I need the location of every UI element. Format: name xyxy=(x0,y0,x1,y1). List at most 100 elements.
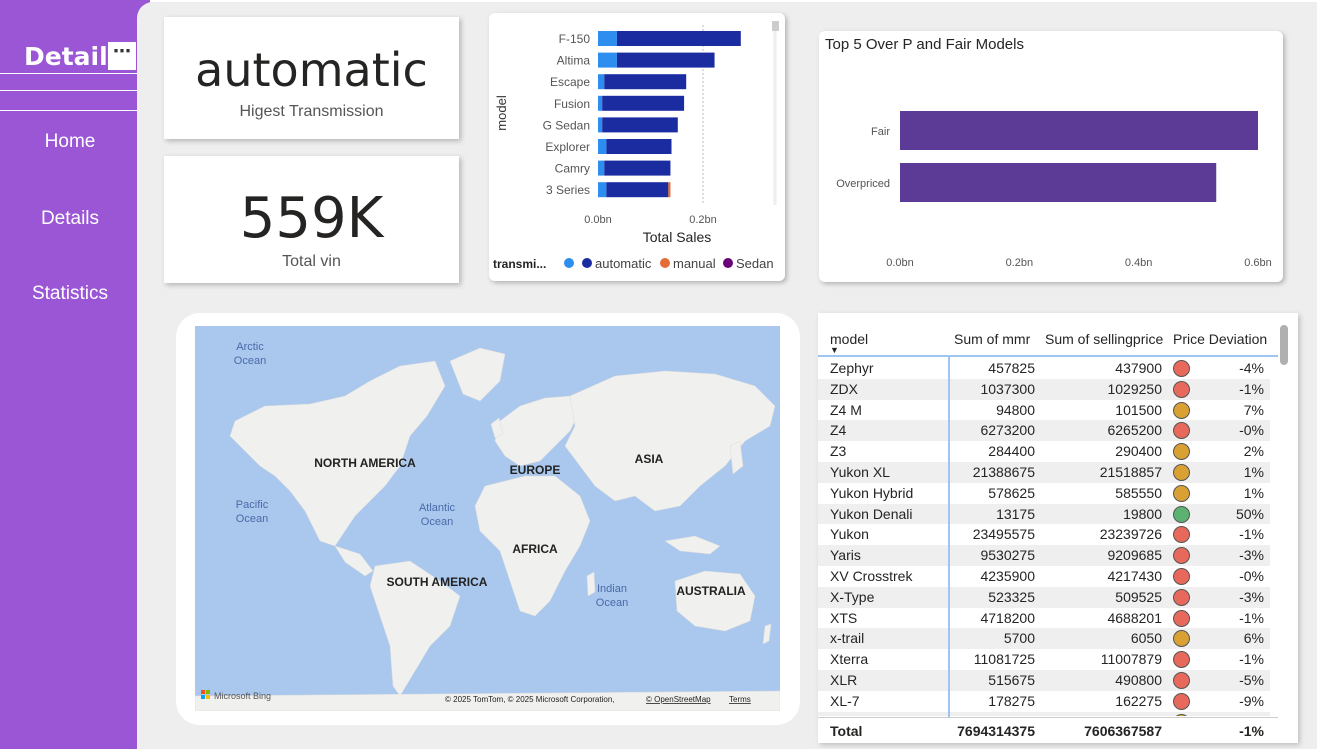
table-row[interactable]: Yukon XL 21388675 21518857 1% xyxy=(818,462,1270,483)
table-row[interactable]: XL-7 178275 162275 -9% xyxy=(818,691,1270,712)
table-row[interactable]: x-trail 5700 6050 6% xyxy=(818,628,1270,650)
kpi-value: 559K xyxy=(239,186,384,251)
x-axis-label: Total Sales xyxy=(643,229,711,245)
cell-model: Yukon xyxy=(830,526,869,543)
sales-by-model-svg: F-150 Altima Escape Fusion G Sedan Explorer Ca… xyxy=(493,21,779,271)
map-label-atlantic: Ocean xyxy=(421,516,453,528)
central-america-land xyxy=(334,545,374,577)
sidebar-item-details[interactable]: Details xyxy=(0,208,140,230)
bar-segment xyxy=(598,117,603,133)
sidebar-item-statistics[interactable]: Statistics xyxy=(0,283,140,305)
table-total-row: Total 7694314375 7606367587 -1% xyxy=(818,717,1278,743)
cell-sellingprice: 162275 xyxy=(1115,692,1162,709)
table-row[interactable]: Yukon Denali 13175 19800 50% xyxy=(818,503,1270,525)
table-row[interactable]: Z4 M 94800 101500 7% xyxy=(818,400,1270,421)
cell-sellingprice: 4217430 xyxy=(1107,568,1162,584)
header-sum-mmr[interactable]: Sum of mmr xyxy=(954,331,1030,347)
osm-link[interactable]: © OpenStreetMap xyxy=(646,695,711,704)
table-row[interactable]: XTS 4718200 4688201 -1% xyxy=(818,608,1270,629)
table-body: Zephyr 457825 437900 -4% ZDX 1037300 1029250 -1… xyxy=(818,358,1278,716)
sales-by-model-chart[interactable]: F-150 Altima Escape Fusion G Sedan Explorer Ca… xyxy=(489,13,785,281)
status-indicator-icon xyxy=(1173,651,1190,669)
status-indicator-icon xyxy=(1173,505,1190,523)
bar-segment xyxy=(598,52,617,68)
cell-model: Z4 xyxy=(830,422,847,439)
kpi-card-transmission[interactable]: automatic Higest Transmission xyxy=(164,17,459,139)
world-map[interactable]: Arctic Ocean Pacific Ocean Atlantic Ocea… xyxy=(195,326,780,711)
category-label: Escape xyxy=(550,75,590,89)
bar-segment xyxy=(598,139,607,154)
cell-sellingprice: 6265200 xyxy=(1107,422,1162,439)
sidebar-item-home[interactable]: Home xyxy=(0,131,140,153)
bing-logo-text: Microsoft Bing xyxy=(214,691,271,701)
price-deviation-table[interactable]: model Sum of mmr Sum of sellingprice Pri… xyxy=(818,313,1298,743)
status-indicator-icon xyxy=(1173,464,1190,481)
header-sum-sellingprice[interactable]: Sum of sellingprice xyxy=(1045,331,1163,347)
table-row[interactable]: Z3 284400 290400 2% xyxy=(818,441,1270,462)
kpi-label: Higest Transmission xyxy=(239,103,384,120)
cell-deviation: 7% xyxy=(1243,401,1264,418)
category-label: Fair xyxy=(871,126,890,138)
indonesia-land xyxy=(664,535,721,555)
table-row[interactable]: Yukon 23495575 23239726 -1% xyxy=(818,524,1270,545)
category-label: 3 Series xyxy=(546,183,590,197)
map-copyright: © 2025 TomTom, © 2025 Microsoft Corporat… xyxy=(445,695,615,704)
status-indicator-icon xyxy=(1173,484,1190,502)
x-tick-label: 0.0bn xyxy=(886,257,914,269)
table-row[interactable]: Yukon Hybrid 578625 585550 1% xyxy=(818,483,1270,504)
legend-marker xyxy=(660,258,670,268)
sidebar-divider xyxy=(0,73,137,74)
top5-chart[interactable]: Top 5 Over P and Fair Models Fair Overpric… xyxy=(819,31,1283,282)
cell-mmr: 1037300 xyxy=(980,380,1035,397)
table-row[interactable]: X-Type 523325 509525 -3% xyxy=(818,586,1270,608)
bar-segment xyxy=(604,160,671,176)
terms-link[interactable]: Terms xyxy=(729,695,751,704)
bar-segment xyxy=(606,182,669,198)
cell-deviation: -4% xyxy=(1239,360,1264,376)
map-label-south-america: SOUTH AMERICA xyxy=(387,575,488,589)
cell-model: Zephyr xyxy=(830,360,874,376)
table-row[interactable]: ZDX 1037300 1029250 -1% xyxy=(818,378,1270,400)
table-row[interactable]: XL7 663025 678670 2% xyxy=(818,711,1270,716)
status-indicator-icon xyxy=(1173,443,1190,461)
chart-title: Top 5 Over P and Fair Models xyxy=(825,36,1024,53)
header-price-deviation[interactable]: Price Deviation xyxy=(1173,331,1267,347)
x-tick-label: 0.2bn xyxy=(689,214,717,226)
sidebar-divider xyxy=(0,110,137,111)
bar-segment xyxy=(598,160,605,176)
table-row[interactable]: Xterra 11081725 11007879 -1% xyxy=(818,649,1270,670)
status-indicator-icon xyxy=(1173,401,1190,419)
table-row[interactable]: Z4 6273200 6265200 -0% xyxy=(818,420,1270,442)
kpi-card-vin[interactable]: 559K Total vin xyxy=(164,156,459,283)
total-sellingprice: 7606367587 xyxy=(1084,723,1162,739)
cell-mmr: 94800 xyxy=(996,401,1035,418)
sort-desc-icon[interactable]: ▼ xyxy=(830,345,839,355)
bar-segment xyxy=(616,52,715,68)
cell-sellingprice: 23239726 xyxy=(1099,526,1162,543)
table-row[interactable]: XV Crosstrek 4235900 4217430 -0% xyxy=(818,566,1270,587)
cell-model: XL-7 xyxy=(830,692,860,709)
cell-model: XL7 xyxy=(830,714,855,716)
cell-mmr: 13175 xyxy=(996,505,1035,522)
legend-label: automatic xyxy=(595,256,652,271)
cell-model: Yukon Denali xyxy=(830,505,913,522)
cell-model: Yukon XL xyxy=(830,464,890,480)
cell-deviation: 2% xyxy=(1243,443,1264,460)
table-row[interactable]: Yaris 9530275 9209685 -3% xyxy=(818,545,1270,566)
table-row[interactable]: Zephyr 457825 437900 -4% xyxy=(818,358,1270,379)
map-land-svg: Arctic Ocean Pacific Ocean Atlantic Ocea… xyxy=(195,341,780,711)
status-indicator-icon xyxy=(1173,713,1190,716)
more-icon[interactable]: ⋯ xyxy=(108,42,136,70)
cell-sellingprice: 437900 xyxy=(1115,360,1162,376)
table-row[interactable]: XLR 515675 490800 -5% xyxy=(818,670,1270,691)
cell-model: Yaris xyxy=(830,547,861,564)
bar-segment xyxy=(598,31,617,46)
kpi-value: automatic xyxy=(195,43,428,97)
cell-sellingprice: 19800 xyxy=(1123,505,1162,522)
map-card[interactable]: Arctic Ocean Pacific Ocean Atlantic Ocea… xyxy=(176,313,800,725)
table-scrollbar[interactable] xyxy=(1280,325,1288,365)
cell-model: Xterra xyxy=(830,651,869,668)
cell-deviation: -3% xyxy=(1239,588,1264,605)
cell-model: XV Crosstrek xyxy=(830,568,913,584)
greenland-land xyxy=(449,347,506,402)
